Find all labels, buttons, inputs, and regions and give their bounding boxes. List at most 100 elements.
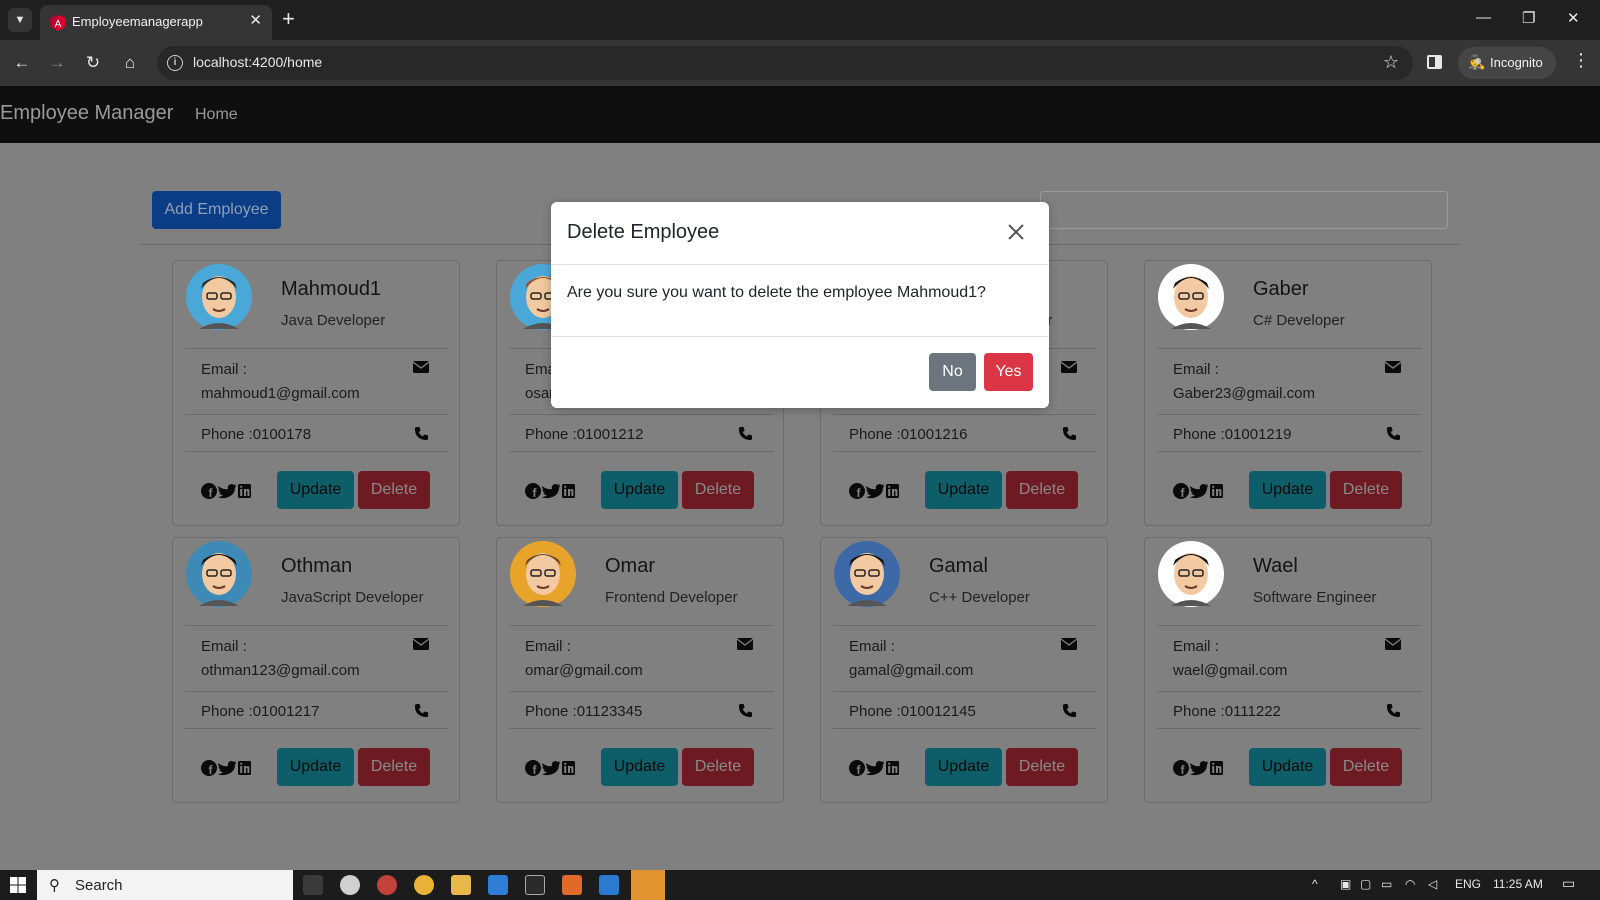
facebook-icon[interactable]: f (201, 760, 217, 777)
facebook-icon[interactable]: f (1173, 760, 1189, 777)
close-icon[interactable] (1006, 222, 1026, 242)
twitter-icon[interactable] (866, 484, 885, 499)
facebook-icon[interactable]: f (849, 483, 865, 500)
task-view-icon[interactable] (303, 875, 323, 895)
tab-search-button[interactable]: ▼ (8, 8, 32, 32)
linkedin-icon[interactable] (562, 761, 575, 775)
incognito-badge[interactable]: 🕵 Incognito (1458, 47, 1556, 79)
yes-button[interactable]: Yes (984, 353, 1033, 391)
employee-card: Mahmoud1 Java Developer Email : mahmoud1@gm… (172, 260, 460, 526)
vscode-icon[interactable] (599, 875, 619, 895)
social-links: f (525, 483, 575, 500)
battery-icon[interactable]: ▭ (1381, 877, 1392, 891)
site-info-icon[interactable]: i (167, 55, 183, 71)
app-icon[interactable] (377, 875, 397, 895)
divider (185, 451, 449, 452)
delete-button[interactable]: Delete (682, 471, 754, 509)
employee-email: gamal@gmail.com (849, 662, 974, 679)
chrome-icon[interactable] (414, 875, 434, 895)
delete-button[interactable]: Delete (682, 748, 754, 786)
delete-button[interactable]: Delete (358, 471, 430, 509)
reload-icon[interactable]: ↻ (80, 50, 106, 76)
email-label: Email : (1173, 638, 1219, 655)
update-button[interactable]: Update (1249, 748, 1326, 786)
linkedin-icon[interactable] (562, 484, 575, 498)
update-button[interactable]: Update (601, 471, 678, 509)
forward-icon[interactable]: → (44, 50, 70, 76)
no-button[interactable]: No (929, 353, 976, 391)
incognito-label: Incognito (1490, 55, 1543, 70)
linkedin-icon[interactable] (238, 484, 251, 498)
linkedin-icon[interactable] (886, 484, 899, 498)
restore-icon[interactable]: ❐ (1522, 9, 1535, 27)
twitter-icon[interactable] (542, 484, 561, 499)
employee-card: Gamal C++ Developer Email : gamal@gmail.com… (820, 537, 1108, 803)
twitter-icon[interactable] (218, 484, 237, 499)
volume-icon[interactable]: ◁ (1428, 877, 1437, 891)
app-viewport: Employee Manager Home Add Employee Mahmo… (0, 86, 1600, 870)
facebook-icon[interactable]: f (1173, 483, 1189, 500)
terminal-icon[interactable] (525, 875, 545, 895)
app-icon[interactable] (562, 875, 582, 895)
close-window-icon[interactable]: ✕ (1567, 9, 1580, 27)
minimize-icon[interactable]: — (1476, 9, 1491, 26)
delete-button[interactable]: Delete (1006, 471, 1078, 509)
file-explorer-icon[interactable] (451, 875, 471, 895)
envelope-icon (1385, 361, 1401, 373)
twitter-icon[interactable] (866, 761, 885, 776)
side-panel-icon[interactable] (1427, 55, 1442, 69)
new-tab-button[interactable]: + (282, 6, 295, 32)
linkedin-icon[interactable] (238, 761, 251, 775)
notification-icon[interactable]: ▭ (1562, 875, 1575, 892)
close-tab-icon[interactable]: ✕ (249, 11, 262, 29)
add-employee-button[interactable]: Add Employee (152, 191, 281, 229)
browser-menu-icon[interactable]: ⋮ (1572, 50, 1590, 71)
update-button[interactable]: Update (601, 748, 678, 786)
facebook-icon[interactable]: f (525, 760, 541, 777)
settings-icon[interactable] (631, 870, 665, 900)
update-button[interactable]: Update (925, 471, 1002, 509)
clock-time[interactable]: 11:25 AM (1493, 877, 1543, 891)
windows-start-icon[interactable] (10, 877, 26, 893)
language-indicator[interactable]: ENG (1455, 877, 1481, 891)
twitter-icon[interactable] (218, 761, 237, 776)
linkedin-icon[interactable] (886, 761, 899, 775)
tray-app-icon[interactable]: ▣ (1340, 877, 1351, 891)
update-button[interactable]: Update (277, 748, 354, 786)
twitter-icon[interactable] (1190, 484, 1209, 499)
avatar (1158, 264, 1224, 330)
divider (509, 451, 773, 452)
delete-button[interactable]: Delete (358, 748, 430, 786)
browser-tab[interactable]: A Employeemanagerapp ✕ (40, 5, 272, 40)
facebook-icon[interactable]: f (525, 483, 541, 500)
delete-button[interactable]: Delete (1006, 748, 1078, 786)
tray-app-icon[interactable]: ▢ (1360, 877, 1371, 891)
update-button[interactable]: Update (277, 471, 354, 509)
facebook-icon[interactable]: f (849, 760, 865, 777)
facebook-icon[interactable]: f (201, 483, 217, 500)
brand-link[interactable]: Employee Manager (0, 102, 173, 125)
search-input[interactable] (1040, 191, 1448, 229)
linkedin-icon[interactable] (1210, 761, 1223, 775)
address-bar[interactable]: i localhost:4200/home ☆ (157, 46, 1413, 80)
linkedin-icon[interactable] (1210, 484, 1223, 498)
taskbar-search-box[interactable]: ⚲ Search (37, 870, 293, 900)
tray-chevron-icon[interactable]: ^ (1312, 877, 1318, 891)
twitter-icon[interactable] (542, 761, 561, 776)
back-icon[interactable]: ← (9, 50, 35, 76)
avatar (510, 541, 576, 607)
home-icon[interactable]: ⌂ (117, 50, 143, 76)
url-text[interactable]: localhost:4200/home (193, 54, 322, 70)
browser-tab-strip: ▼ A Employeemanagerapp ✕ + — ❐ ✕ (0, 0, 1600, 40)
app-icon[interactable] (488, 875, 508, 895)
update-button[interactable]: Update (1249, 471, 1326, 509)
delete-button[interactable]: Delete (1330, 748, 1402, 786)
twitter-icon[interactable] (1190, 761, 1209, 776)
bookmark-star-icon[interactable]: ☆ (1383, 52, 1399, 73)
update-button[interactable]: Update (925, 748, 1002, 786)
nav-home-link[interactable]: Home (195, 106, 238, 124)
app-icon[interactable] (340, 875, 360, 895)
delete-button[interactable]: Delete (1330, 471, 1402, 509)
email-label: Email : (849, 638, 895, 655)
wifi-icon[interactable]: ◠ (1405, 877, 1415, 891)
